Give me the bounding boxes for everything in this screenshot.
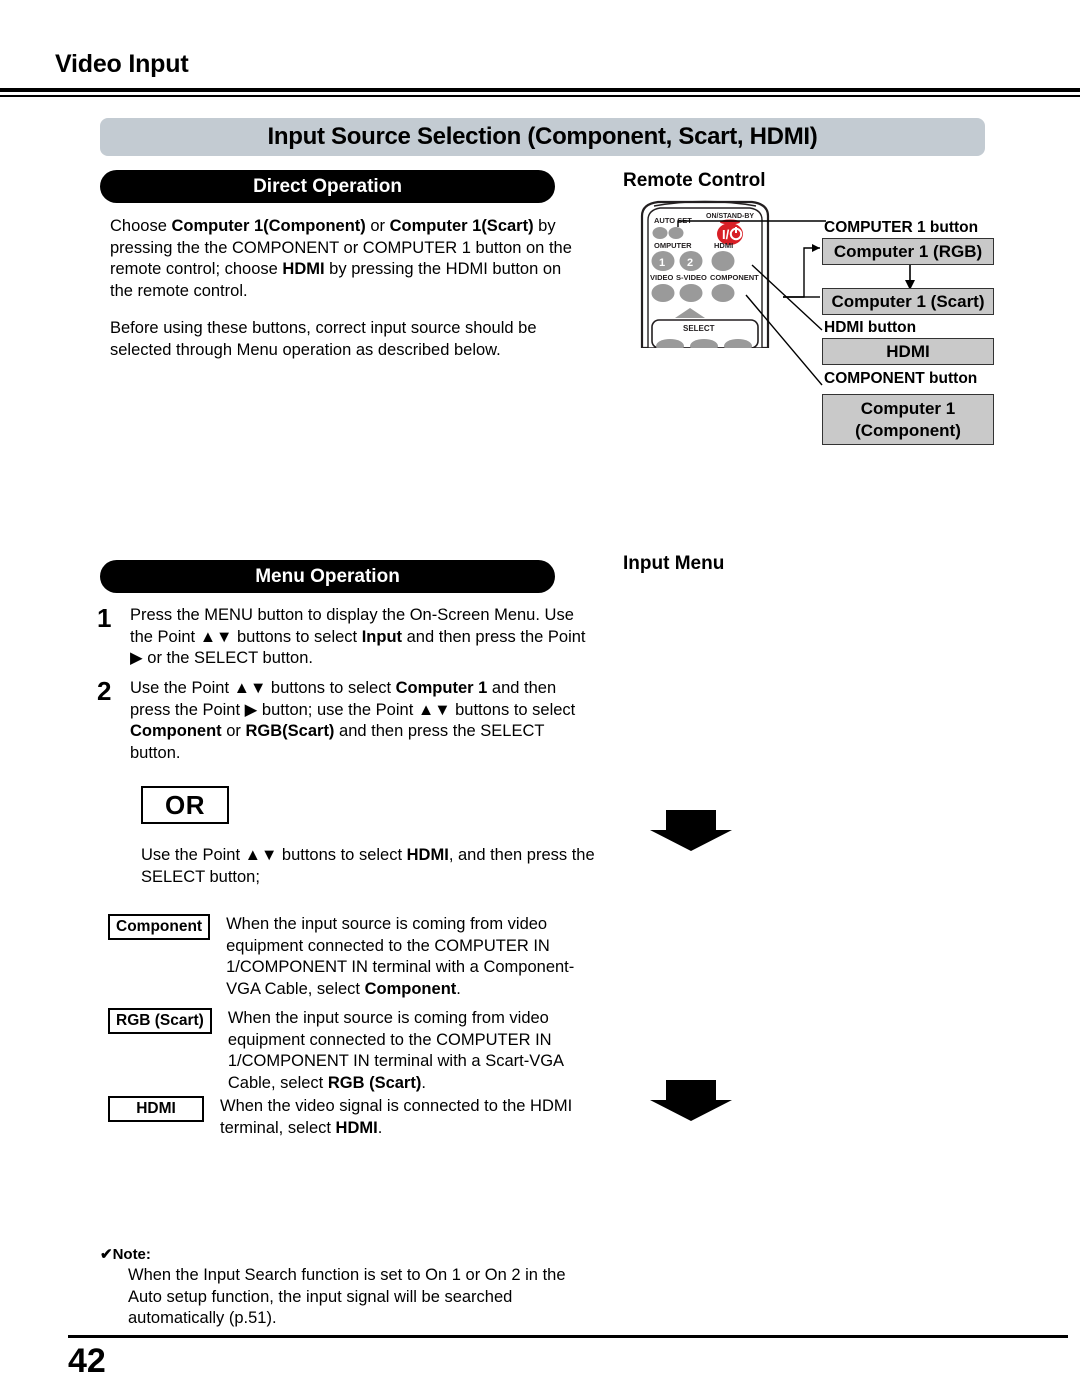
or-divider-box: OR [141, 786, 229, 824]
definition-tag: RGB (Scart) [108, 1008, 212, 1034]
definition-text: When the input source is coming from vid… [227, 1009, 564, 1092]
direct-operation-paragraph-2: Before using these buttons, correct inpu… [110, 319, 537, 359]
box-computer1-rgb: Computer 1 (RGB) [822, 238, 994, 265]
callout-label-computer1-button: COMPUTER 1 button [824, 219, 979, 236]
box-hdmi: HDMI [822, 338, 994, 365]
note-block: ✔Note: When the Input Search function is… [100, 1245, 600, 1330]
menu-operation-header: Menu Operation [100, 560, 555, 593]
step-number: 2 [97, 676, 112, 706]
header-rule-thick [0, 88, 1080, 92]
definition-text: When the video signal is connected to th… [220, 1097, 573, 1137]
remote-control-caption: Remote Control [623, 170, 766, 191]
definition-tag: Component [108, 914, 211, 940]
definition-row-component: Component When the input source is comin… [108, 914, 588, 1000]
box-computer1-component: Computer 1 (Component) [822, 394, 994, 445]
flow-arrow-down-2 [650, 1080, 732, 1121]
footer-rule [68, 1335, 1068, 1338]
section-title-banner: Input Source Selection (Component, Scart… [100, 118, 985, 156]
direct-operation-paragraph-1: Choose Computer 1(Component) or Computer… [110, 217, 572, 300]
page-number: 42 [68, 1342, 106, 1380]
running-head-title: Video Input [55, 50, 189, 78]
input-menu-caption: Input Menu [623, 553, 725, 574]
box-computer1-scart: Computer 1 (Scart) [822, 288, 994, 315]
callout-label-component-button: COMPONENT button [824, 370, 978, 387]
step-text: Press the MENU button to display the On-… [130, 606, 586, 667]
step-number: 1 [97, 603, 112, 633]
note-body: When the Input Search function is set to… [128, 1266, 566, 1327]
box-line-1: Computer 1 [860, 398, 956, 418]
callout-label-hdmi-button: HDMI button [824, 319, 917, 336]
definition-text: When the input source is coming from vid… [226, 915, 575, 998]
box-line-2: (Component) [855, 420, 961, 440]
menu-step-2: 2 Use the Point ▲▼ buttons to select Com… [97, 678, 587, 764]
definition-row-hdmi: HDMI When the video signal is connected … [108, 1096, 588, 1139]
header-rule-thin [0, 95, 1080, 97]
definition-row-rgb-scart: RGB (Scart) When the input source is com… [108, 1008, 588, 1094]
flow-arrow-down-1 [650, 810, 732, 851]
definition-tag: HDMI [108, 1096, 204, 1122]
menu-step-1: 1 Press the MENU button to display the O… [97, 605, 587, 670]
or-instruction-text: Use the Point ▲▼ buttons to select HDMI,… [141, 846, 595, 886]
step-text: Use the Point ▲▼ buttons to select Compu… [130, 679, 576, 762]
direct-operation-header: Direct Operation [100, 170, 555, 203]
note-title: ✔Note: [100, 1246, 151, 1263]
